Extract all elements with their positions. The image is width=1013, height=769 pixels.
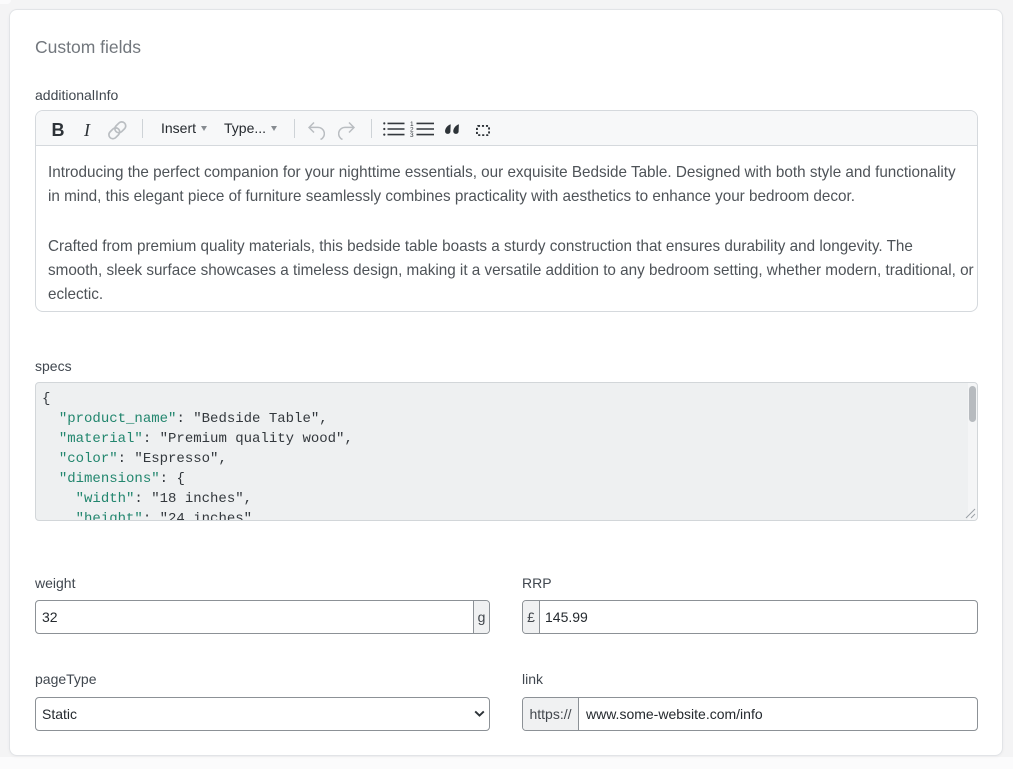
svg-text:3: 3	[410, 132, 414, 137]
